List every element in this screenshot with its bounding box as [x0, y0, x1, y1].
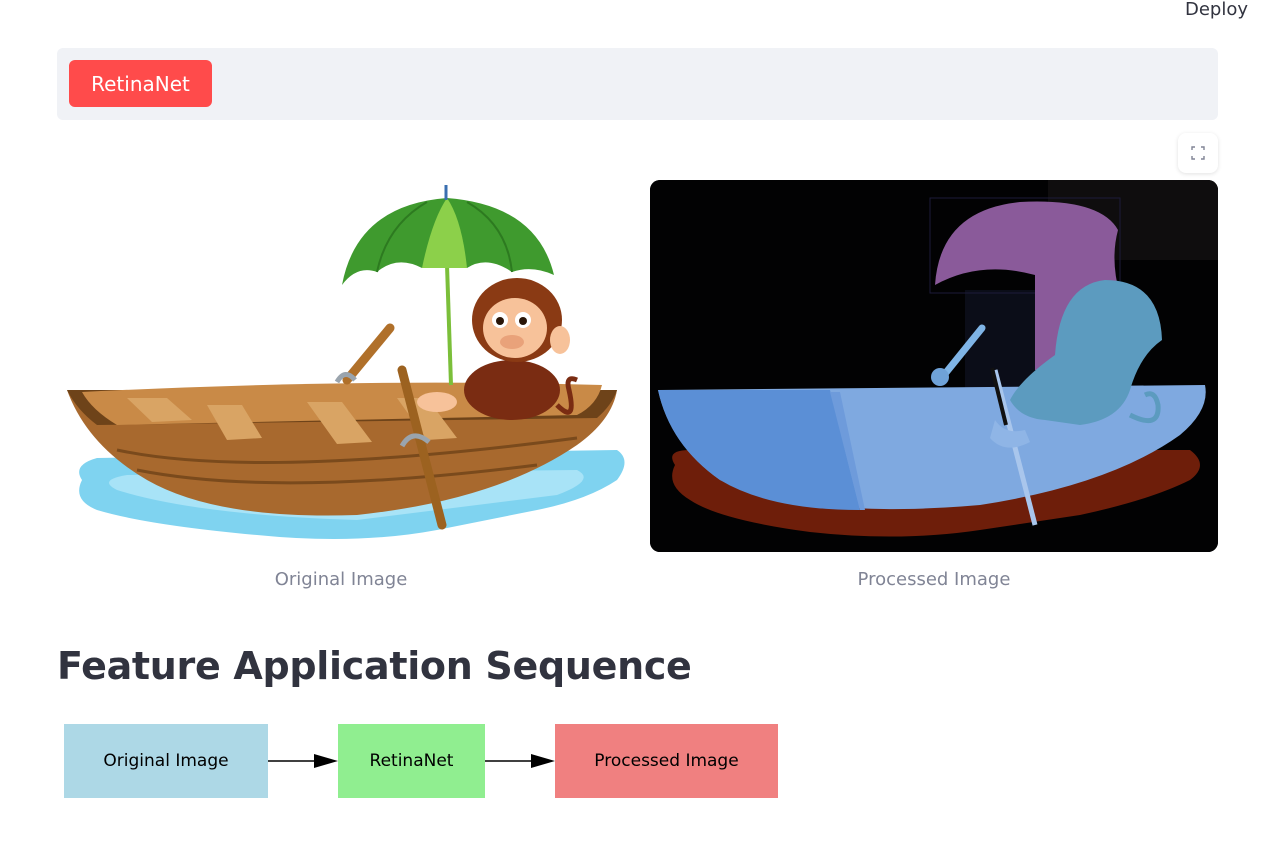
flow-step-original: Original Image	[64, 724, 268, 798]
original-image	[67, 185, 625, 539]
flow-step-processed: Processed Image	[555, 724, 778, 798]
processed-image-caption: Processed Image	[857, 569, 1011, 590]
retinanet-button[interactable]: RetinaNet	[69, 60, 212, 107]
deploy-button[interactable]: Deploy	[1185, 0, 1248, 20]
fullscreen-button[interactable]	[1178, 133, 1218, 173]
flow-arrow-1	[268, 754, 338, 768]
processed-image	[650, 180, 1218, 552]
original-image-caption: Original Image	[274, 569, 408, 590]
section-heading: Feature Application Sequence	[57, 644, 692, 688]
flow-step-retinanet: RetinaNet	[338, 724, 485, 798]
flow-arrow-2	[485, 754, 555, 768]
model-tab-bar: RetinaNet	[57, 48, 1218, 120]
fullscreen-expand-icon	[1191, 146, 1205, 160]
